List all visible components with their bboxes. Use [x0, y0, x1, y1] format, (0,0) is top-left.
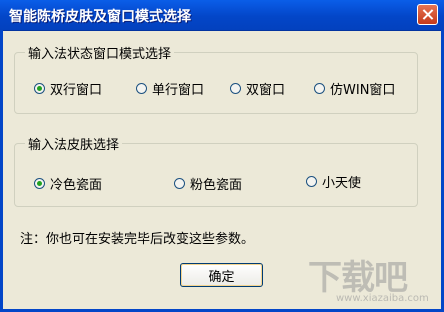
radio-indicator[interactable]: [34, 178, 45, 189]
radio-indicator[interactable]: [230, 83, 241, 94]
ok-button[interactable]: 确定: [180, 263, 263, 287]
radio-label: 双行窗口: [50, 83, 103, 98]
radio-indicator[interactable]: [34, 83, 45, 94]
radio-indicator[interactable]: [174, 178, 185, 189]
radio-label: 仿WIN窗口: [330, 83, 396, 98]
radio-indicator[interactable]: [306, 176, 317, 187]
radio-little-angel[interactable]: 小天使: [306, 172, 361, 191]
radio-label: 单行窗口: [152, 83, 205, 98]
radio-label: 双窗口: [246, 83, 286, 98]
radio-single-line-window[interactable]: 单行窗口: [136, 79, 204, 98]
watermark-logo: 下载吧: [308, 258, 408, 298]
radio-double-line-window[interactable]: 双行窗口: [34, 79, 102, 98]
settings-note: 注：你也可在安装完毕后改变这些参数。: [20, 232, 255, 247]
window-mode-group-title: 输入法状态窗口模式选择: [25, 43, 175, 62]
window-title: 智能陈桥皮肤及窗口模式选择: [9, 9, 191, 25]
radio-double-window[interactable]: 双窗口: [230, 79, 285, 98]
radio-indicator[interactable]: [136, 83, 147, 94]
radio-win-style-window[interactable]: 仿WIN窗口: [314, 79, 395, 98]
watermark-url: www.xiazaiba.com: [336, 293, 429, 304]
skin-group-title: 输入法皮肤选择: [25, 134, 123, 153]
close-button[interactable]: [417, 4, 438, 25]
radio-label: 粉色瓷面: [190, 178, 243, 193]
radio-cool-porcelain[interactable]: 冷色瓷面: [34, 174, 102, 193]
title-bar: 智能陈桥皮肤及窗口模式选择: [0, 0, 444, 31]
radio-label: 小天使: [322, 176, 362, 191]
radio-pink-porcelain[interactable]: 粉色瓷面: [174, 174, 242, 193]
radio-indicator[interactable]: [314, 83, 325, 94]
radio-label: 冷色瓷面: [50, 178, 103, 193]
